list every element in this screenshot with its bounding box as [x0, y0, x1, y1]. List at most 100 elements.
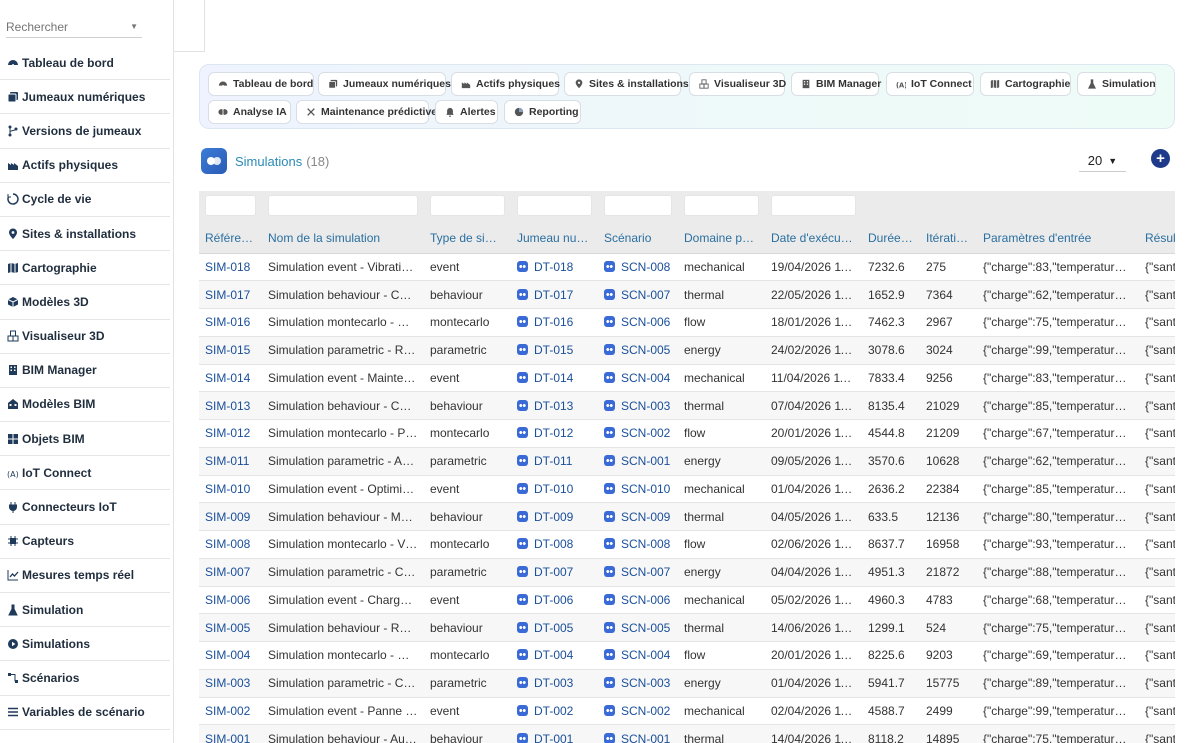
scenario-link[interactable]: SCN-007 [598, 558, 678, 587]
digital-twin-link[interactable]: DT-007 [511, 558, 598, 587]
table-row[interactable]: SIM-008Simulation montecarlo - Vibration… [199, 530, 1175, 559]
digital-twin-link[interactable]: DT-003 [511, 669, 598, 698]
column-header[interactable]: Date d'exécution [765, 223, 862, 254]
table-row[interactable]: SIM-015Simulation parametric - Réduction… [199, 336, 1175, 365]
sidebar-item-sites-installations[interactable]: Sites & installations [0, 217, 170, 252]
table-row[interactable]: SIM-011Simulation parametric - Augmentat… [199, 447, 1175, 476]
scenario-link[interactable]: SCN-006 [598, 308, 678, 337]
quicknav-chip-visualiseur-3d[interactable]: Visualiseur 3D [689, 72, 786, 96]
sidebar-item-versions-de-jumeaux[interactable]: Versions de jumeaux [0, 114, 170, 149]
digital-twin-link[interactable]: DT-013 [511, 391, 598, 420]
table-row[interactable]: SIM-012Simulation montecarlo - Panne pom… [199, 419, 1175, 448]
sidebar-item-capteurs[interactable]: Capteurs [0, 525, 170, 559]
column-header[interactable]: Domaine physique [678, 223, 765, 254]
sidebar-item-connecteurs-iot[interactable]: Connecteurs IoT [0, 490, 170, 525]
sidebar-search-input[interactable] [6, 19, 116, 34]
column-filter-input[interactable] [771, 195, 856, 216]
table-row[interactable]: SIM-010Simulation event - Optimisation H… [199, 475, 1175, 504]
column-header[interactable]: Durée (s) [862, 223, 920, 254]
simulation-reference-link[interactable]: SIM-014 [199, 364, 262, 393]
digital-twin-link[interactable]: DT-008 [511, 530, 598, 559]
table-row[interactable]: SIM-002Simulation event - Panne du systè… [199, 697, 1175, 726]
scenario-link[interactable]: SCN-008 [598, 530, 678, 559]
table-row[interactable]: SIM-014Simulation event - Maintenance pl… [199, 364, 1175, 393]
sidebar-item-modeles-bim[interactable]: Modèles BIM [0, 388, 170, 423]
column-header[interactable]: Scénario [598, 223, 678, 254]
sidebar-search[interactable]: ▼ [6, 16, 142, 38]
simulation-reference-link[interactable]: SIM-017 [199, 280, 262, 309]
column-filter-input[interactable] [604, 195, 672, 216]
scenario-link[interactable]: SCN-008 [598, 253, 678, 282]
quicknav-chip-cartographie[interactable]: Cartographie [980, 72, 1071, 96]
simulation-reference-link[interactable]: SIM-009 [199, 502, 262, 531]
scenario-link[interactable]: SCN-005 [598, 613, 678, 642]
column-header[interactable]: Type de simulation [424, 223, 511, 254]
digital-twin-link[interactable]: DT-001 [511, 724, 598, 743]
table-row[interactable]: SIM-001Simulation behaviour - Augmentati… [199, 724, 1175, 743]
simulation-reference-link[interactable]: SIM-012 [199, 419, 262, 448]
digital-twin-link[interactable]: DT-002 [511, 697, 598, 726]
digital-twin-link[interactable]: DT-004 [511, 641, 598, 670]
quicknav-chip-maintenance-predictive[interactable]: Maintenance prédictive [296, 100, 437, 124]
table-row[interactable]: SIM-018Simulation event - Vibration mote… [199, 253, 1175, 282]
quicknav-chip-simulation[interactable]: Simulation [1077, 72, 1156, 96]
simulation-reference-link[interactable]: SIM-010 [199, 475, 262, 504]
simulation-reference-link[interactable]: SIM-013 [199, 391, 262, 420]
sidebar-item-variables-de-scenario[interactable]: Variables de scénario [0, 696, 170, 730]
digital-twin-link[interactable]: DT-010 [511, 475, 598, 504]
scenario-link[interactable]: SCN-004 [598, 641, 678, 670]
quicknav-chip-bim-manager[interactable]: BIM Manager [791, 72, 881, 96]
column-filter-input[interactable] [205, 195, 256, 216]
sidebar-item-tableau-de-bord[interactable]: Tableau de bord [0, 46, 170, 81]
table-row[interactable]: SIM-004Simulation montecarlo - Maintenan… [199, 641, 1175, 670]
scenario-link[interactable]: SCN-007 [598, 280, 678, 309]
column-filter-input[interactable] [430, 195, 505, 216]
simulation-reference-link[interactable]: SIM-007 [199, 558, 262, 587]
scenario-link[interactable]: SCN-002 [598, 419, 678, 448]
scenario-link[interactable]: SCN-010 [598, 475, 678, 504]
sidebar-item-actifs-physiques[interactable]: Actifs physiques [0, 149, 170, 183]
sidebar-item-bim-manager[interactable]: BIM Manager [0, 354, 170, 388]
table-row[interactable]: SIM-003Simulation parametric - Canicule … [199, 669, 1175, 698]
simulation-reference-link[interactable]: SIM-008 [199, 530, 262, 559]
digital-twin-link[interactable]: DT-011 [511, 447, 598, 476]
simulation-reference-link[interactable]: SIM-002 [199, 697, 262, 726]
digital-twin-link[interactable]: DT-015 [511, 336, 598, 365]
sidebar-item-simulations[interactable]: Simulations [0, 627, 170, 662]
digital-twin-link[interactable]: DT-006 [511, 586, 598, 615]
quicknav-chip-reporting[interactable]: Reporting [504, 100, 581, 124]
sidebar-item-simulation[interactable]: Simulation [0, 593, 170, 628]
digital-twin-link[interactable]: DT-005 [511, 613, 598, 642]
simulation-reference-link[interactable]: SIM-006 [199, 586, 262, 615]
scenario-link[interactable]: SCN-002 [598, 697, 678, 726]
column-header[interactable]: Itérations [920, 223, 977, 254]
column-filter-input[interactable] [517, 195, 592, 216]
simulation-reference-link[interactable]: SIM-016 [199, 308, 262, 337]
table-row[interactable]: SIM-013Simulation behaviour - Canicule é… [199, 391, 1175, 420]
table-row[interactable]: SIM-009Simulation behaviour - Montée en … [199, 502, 1175, 531]
simulation-reference-link[interactable]: SIM-015 [199, 336, 262, 365]
quicknav-chip-alertes[interactable]: Alertes [435, 100, 498, 124]
simulation-reference-link[interactable]: SIM-018 [199, 253, 262, 282]
simulation-reference-link[interactable]: SIM-011 [199, 447, 262, 476]
scenario-link[interactable]: SCN-003 [598, 391, 678, 420]
quicknav-chip-iot-connect[interactable]: (A) IoT Connect [886, 72, 974, 96]
table-row[interactable]: SIM-016Simulation montecarlo - Charge pi… [199, 308, 1175, 337]
column-header[interactable]: Résultats [1139, 223, 1175, 254]
quicknav-chip-analyse-ia[interactable]: Analyse IA [208, 100, 291, 124]
sidebar-item-jumeaux-numeriques[interactable]: Jumeaux numériques [0, 80, 170, 115]
scenario-link[interactable]: SCN-003 [598, 669, 678, 698]
digital-twin-link[interactable]: DT-016 [511, 308, 598, 337]
scenario-link[interactable]: SCN-009 [598, 502, 678, 531]
scenario-link[interactable]: SCN-004 [598, 364, 678, 393]
digital-twin-link[interactable]: DT-018 [511, 253, 598, 282]
column-header[interactable]: Nom de la simulation [262, 223, 424, 254]
sidebar-item-mesures-temps-reel[interactable]: Mesures temps réel [0, 559, 170, 593]
scenario-link[interactable]: SCN-001 [598, 724, 678, 743]
add-simulation-button[interactable]: + [1151, 149, 1170, 168]
column-filter-input[interactable] [268, 195, 418, 216]
chevron-down-icon[interactable]: ▼ [130, 22, 138, 31]
column-filter-input[interactable] [684, 195, 759, 216]
sidebar-item-cartographie[interactable]: Cartographie [0, 251, 170, 286]
simulation-reference-link[interactable]: SIM-005 [199, 613, 262, 642]
